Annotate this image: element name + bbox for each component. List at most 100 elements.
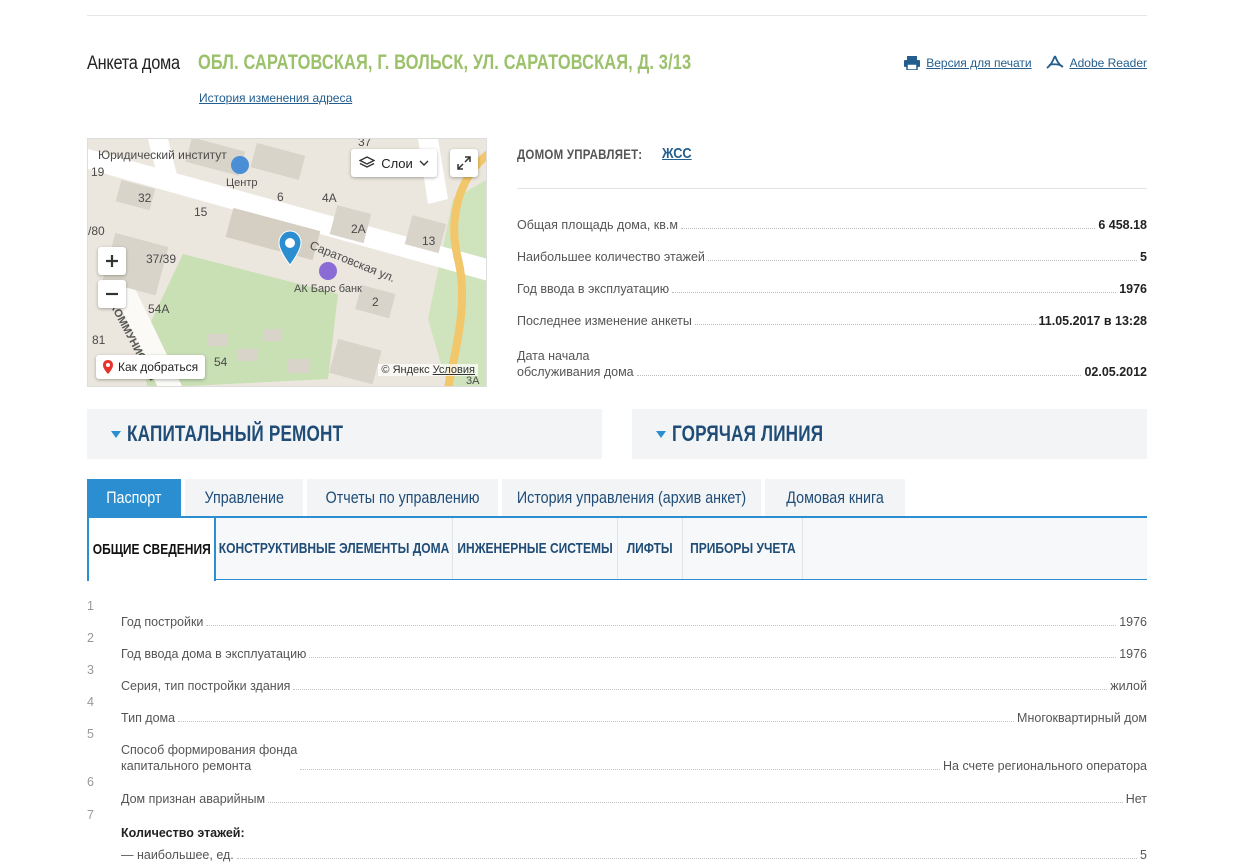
list-item: 7 Количество этажей: <box>87 807 1147 841</box>
passport-subtabs: ОБЩИЕ СВЕДЕНИЯ КОНСТРУКТИВНЫЕ ЭЛЕМЕНТЫ Д… <box>87 518 1147 581</box>
row-number: 1 <box>87 599 94 613</box>
adobe-reader-link[interactable]: Adobe Reader <box>1046 55 1147 71</box>
subtab-structural[interactable]: КОНСТРУКТИВНЫЕ ЭЛЕМЕНТЫ ДОМА <box>216 518 453 579</box>
tab-management[interactable]: Управление <box>185 479 303 517</box>
list-item: — наибольшее, ед. 5 <box>87 841 1147 863</box>
row-value: Нет <box>1125 792 1147 806</box>
hotline-section[interactable]: ГОРЯЧАЯ ЛИНИЯ <box>632 409 1147 459</box>
info-divider <box>517 188 1147 189</box>
row-number: 6 <box>87 775 94 789</box>
layers-icon <box>359 156 376 168</box>
management-company-link[interactable]: ЖСС <box>662 145 692 162</box>
map-zoom-out-button[interactable] <box>98 280 126 308</box>
tab-house-book[interactable]: Домовая книга <box>765 479 905 517</box>
map-label-4a: 4А <box>322 191 337 205</box>
header-actions: Версия для печати Adobe Reader <box>904 55 1147 71</box>
summary-label: Наибольшее количество этажей <box>517 250 705 264</box>
map-label-54: 54 <box>214 355 228 369</box>
summary-row: Общая площадь дома, кв.м 6 458.18 <box>517 201 1147 233</box>
tab-reports[interactable]: Отчеты по управлению <box>307 479 498 517</box>
row-number: 7 <box>87 808 94 822</box>
map-label-15: 15 <box>194 205 208 219</box>
row-label: Серия, тип постройки здания <box>121 679 291 693</box>
row-value: 1976 <box>1119 615 1147 629</box>
summary-row: Дата начала обслуживания дома 02.05.2012 <box>517 330 1147 380</box>
row-value: жилой <box>1110 679 1147 693</box>
row-value: 1976 <box>1119 647 1147 661</box>
summary-label: Последнее изменение анкеты <box>517 314 692 328</box>
list-item: 4 Тип дома Многоквартирный дом <box>87 694 1147 726</box>
row-value: На счете регионального оператора <box>943 759 1147 773</box>
map-label-32: 32 <box>138 191 152 205</box>
address-history-link[interactable]: История изменения адреса <box>199 91 352 105</box>
row-number: 5 <box>87 727 94 741</box>
map-label-2a: 2А <box>351 222 366 236</box>
managed-by-label: ДОМОМ УПРАВЛЯЕТ: <box>517 145 643 162</box>
map-label-3a: 3А <box>466 375 480 387</box>
map-layers-button[interactable]: Слои <box>351 149 437 177</box>
minus-icon <box>106 292 118 296</box>
row-label: Количество этажей: <box>121 826 245 840</box>
row-label: Тип дома <box>121 711 176 725</box>
row-value: 5 <box>1140 848 1147 862</box>
map-fullscreen-button[interactable] <box>450 149 478 177</box>
map-label-6: 6 <box>277 190 284 204</box>
row-number: 4 <box>87 695 94 709</box>
summary-value: 1976 <box>1119 282 1147 296</box>
top-divider <box>87 15 1147 16</box>
capital-repair-section[interactable]: КАПИТАЛЬНЫЙ РЕМОНТ <box>87 409 602 459</box>
print-version-link[interactable]: Версия для печати <box>904 56 1032 70</box>
map-terms-link[interactable]: Условия <box>433 364 475 376</box>
map-zoom-in-button[interactable] <box>98 247 126 275</box>
list-item: 6 Дом признан аварийным Нет <box>87 774 1147 807</box>
managed-by: ДОМОМ УПРАВЛЯЕТ: ЖСС <box>517 145 697 162</box>
expand-triangle-icon <box>111 430 121 438</box>
summary-value: 6 458.18 <box>1098 218 1147 232</box>
map-route-label: Как добраться <box>118 360 199 374</box>
plus-icon <box>106 255 118 267</box>
map-label-54a: 54А <box>148 302 170 316</box>
summary-label: Год ввода в эксплуатацию <box>517 282 670 296</box>
house-summary: Общая площадь дома, кв.м 6 458.18 Наибол… <box>517 201 1147 380</box>
capital-repair-label: КАПИТАЛЬНЫЙ РЕМОНТ <box>127 421 344 446</box>
summary-row: Год ввода в эксплуатацию 1976 <box>517 265 1147 297</box>
map-label-institute: Юридический институт <box>98 148 227 162</box>
list-item: 5 Способ формирования фонда капитального … <box>87 726 1147 774</box>
summary-label: Общая площадь дома, кв.м <box>517 218 678 232</box>
map-label-center: Центр <box>226 177 258 189</box>
map-label-80: /80 <box>88 224 105 238</box>
row-number: 2 <box>87 631 94 645</box>
map-copyright-text: © Яндекс <box>381 364 430 376</box>
tab-passport[interactable]: Паспорт <box>87 479 181 517</box>
adobe-reader-icon <box>1046 55 1064 69</box>
hotline-label: ГОРЯЧАЯ ЛИНИЯ <box>672 421 824 446</box>
passport-list: 1 Год постройки 1976 2 Год ввода дома в … <box>87 598 1147 863</box>
subtab-elevators[interactable]: ЛИФТЫ <box>618 518 683 579</box>
map-label-bank: АК Барс банк <box>294 283 362 295</box>
page-header: Анкета дома ОБЛ. САРАТОВСКАЯ, Г. ВОЛЬСК,… <box>87 50 1147 80</box>
main-tabs: Паспорт Управление Отчеты по управлению … <box>87 479 905 517</box>
subtab-general[interactable]: ОБЩИЕ СВЕДЕНИЯ <box>87 518 216 581</box>
summary-label: Дата начала обслуживания дома <box>517 349 634 379</box>
tab-history[interactable]: История управления (архив анкет) <box>502 479 761 517</box>
map-layers-label: Слои <box>381 155 413 171</box>
row-label: — наибольшее, ед. <box>121 848 234 862</box>
printer-icon <box>904 56 921 70</box>
row-label: Дом признан аварийным <box>121 792 266 806</box>
location-map[interactable]: Юридический институт Центр 19 32 15 6 4А… <box>87 138 487 387</box>
map-route-button[interactable]: Как добраться <box>96 355 206 379</box>
location-pin-icon <box>103 360 113 374</box>
list-item: 2 Год ввода дома в эксплуатацию 1976 <box>87 630 1147 662</box>
row-label: Год постройки <box>121 615 204 629</box>
row-label: Способ формирования фонда капитального ре… <box>121 743 298 773</box>
row-label: Год ввода дома в эксплуатацию <box>121 647 307 661</box>
adobe-reader-label: Adobe Reader <box>1069 56 1147 70</box>
list-item: 1 Год постройки 1976 <box>87 598 1147 630</box>
row-value: Многоквартирный дом <box>1017 711 1147 725</box>
subtab-engineering[interactable]: ИНЖЕНЕРНЫЕ СИСТЕМЫ <box>453 518 618 579</box>
map-label-2: 2 <box>372 295 379 309</box>
subtab-meters[interactable]: ПРИБОРЫ УЧЕТА <box>683 518 803 579</box>
print-version-label: Версия для печати <box>926 56 1032 70</box>
map-label-13: 13 <box>422 234 436 248</box>
summary-row: Последнее изменение анкеты 11.05.2017 в … <box>517 297 1147 329</box>
